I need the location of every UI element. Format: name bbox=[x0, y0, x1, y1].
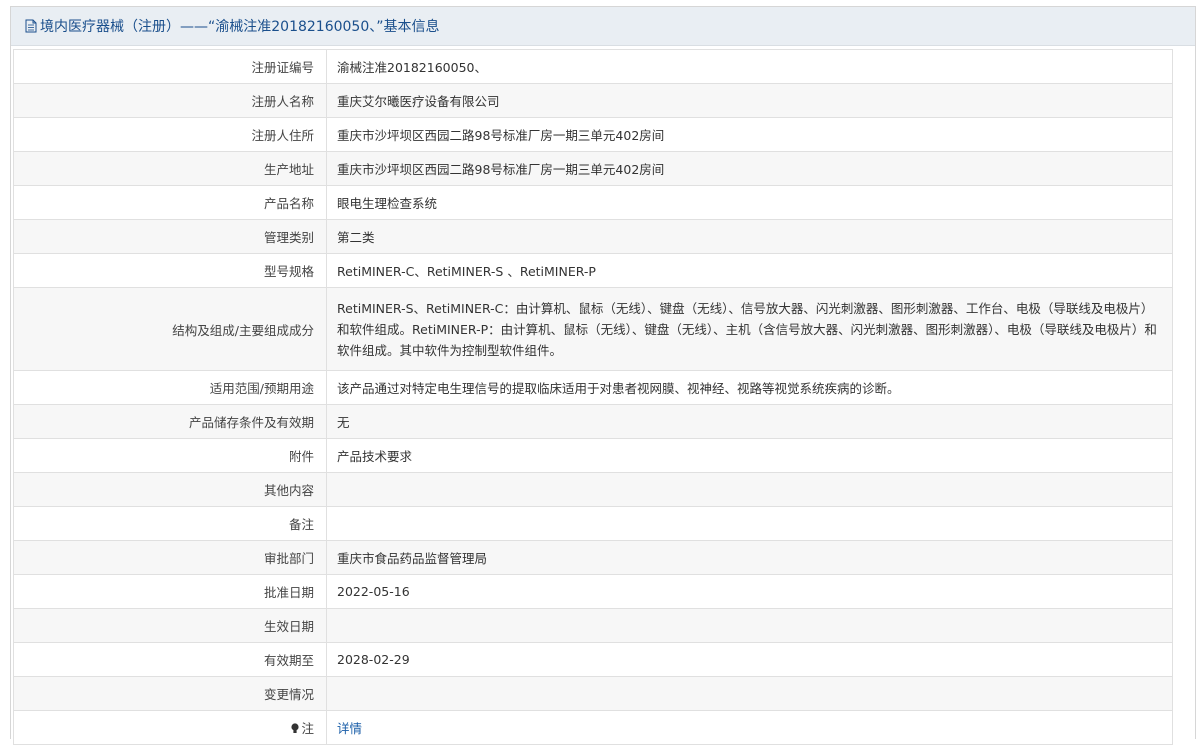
other-content-value bbox=[326, 472, 1173, 507]
approval-date-label: 批准日期 bbox=[13, 574, 327, 609]
panel-header: 境内医疗器械（注册）——“渝械注准20182160050、”基本信息 bbox=[11, 7, 1195, 46]
registrant-address-label: 注册人住所 bbox=[13, 117, 327, 152]
page-title: 境内医疗器械（注册）——“渝械注准20182160050、”基本信息 bbox=[40, 19, 440, 35]
management-class-label: 管理类别 bbox=[13, 219, 327, 254]
product-name-label: 产品名称 bbox=[13, 185, 327, 220]
note-label: 注 bbox=[301, 721, 314, 736]
registrant-name-value: 重庆艾尔曦医疗设备有限公司 bbox=[326, 83, 1173, 118]
production-address-label: 生产地址 bbox=[13, 151, 327, 186]
table-row-production-address: 生产地址 重庆市沙坪坝区西园二路98号标准厂房一期三单元402房间 bbox=[13, 151, 1173, 186]
attachment-value: 产品技术要求 bbox=[326, 438, 1173, 473]
model-spec-label: 型号规格 bbox=[13, 253, 327, 288]
management-class-value: 第二类 bbox=[326, 219, 1173, 254]
info-table: 注册证编号 渝械注准20182160050、 注册人名称 重庆艾尔曦医疗设备有限公司注… bbox=[13, 49, 1173, 745]
product-name-value: 眼电生理检查系统 bbox=[326, 185, 1173, 220]
structure-composition-label: 结构及组成/主要组成成分 bbox=[13, 287, 327, 371]
table-row-management-class: 管理类别 第二类 bbox=[13, 219, 1173, 254]
table-row-remarks: 备注 bbox=[13, 506, 1173, 541]
table-row-product-name: 产品名称 眼电生理检查系统 bbox=[13, 185, 1173, 220]
table-row-expiry-date: 有效期至 2028-02-29 bbox=[13, 642, 1173, 677]
table-row-other-content: 其他内容 bbox=[13, 472, 1173, 507]
registrant-name-label: 注册人名称 bbox=[13, 83, 327, 118]
table-row-model-spec: 型号规格 RetiMINER-C、RetiMINER-S 、RetiMINER-P bbox=[13, 253, 1173, 288]
table-row-registration-number: 注册证编号 渝械注准20182160050、 bbox=[13, 49, 1173, 84]
table-row-attachment: 附件 产品技术要求 bbox=[13, 438, 1173, 473]
registrant-address-value: 重庆市沙坪坝区西园二路98号标准厂房一期三单元402房间 bbox=[326, 117, 1173, 152]
note-value-cell: 详情 bbox=[326, 710, 1173, 745]
other-content-label: 其他内容 bbox=[13, 472, 327, 507]
table-row-effective-date: 生效日期 bbox=[13, 608, 1173, 643]
production-address-value: 重庆市沙坪坝区西园二路98号标准厂房一期三单元402房间 bbox=[326, 151, 1173, 186]
attachment-label: 附件 bbox=[13, 438, 327, 473]
table-row-intended-use: 适用范围/预期用途 该产品通过对特定电生理信号的提取临床适用于对患者视网膜、视神经… bbox=[13, 370, 1173, 405]
table-row-note: 注 详情 bbox=[13, 710, 1173, 745]
change-status-value bbox=[326, 676, 1173, 711]
table-row-storage-validity: 产品储存条件及有效期无 bbox=[13, 404, 1173, 439]
storage-validity-value: 无 bbox=[326, 404, 1173, 439]
registration-number-label: 注册证编号 bbox=[13, 49, 327, 84]
approval-date-value: 2022-05-16 bbox=[326, 574, 1173, 609]
table-row-structure-composition: 结构及组成/主要组成成分 RetiMINER-S、RetiMINER-C：由计算机… bbox=[13, 287, 1173, 371]
intended-use-label: 适用范围/预期用途 bbox=[13, 370, 327, 405]
table-row-registrant-name: 注册人名称 重庆艾尔曦医疗设备有限公司 bbox=[13, 83, 1173, 118]
bulb-icon bbox=[291, 722, 300, 733]
approval-department-label: 审批部门 bbox=[13, 540, 327, 575]
document-icon bbox=[25, 19, 37, 33]
remarks-label: 备注 bbox=[13, 506, 327, 541]
note-label-cell: 注 bbox=[13, 710, 327, 745]
table-row-registrant-address: 注册人住所 重庆市沙坪坝区西园二路98号标准厂房一期三单元402房间 bbox=[13, 117, 1173, 152]
model-spec-value: RetiMINER-C、RetiMINER-S 、RetiMINER-P bbox=[326, 253, 1173, 288]
remarks-value bbox=[326, 506, 1173, 541]
details-link[interactable]: 详情 bbox=[337, 721, 362, 736]
registration-number-value: 渝械注准20182160050、 bbox=[326, 49, 1173, 84]
effective-date-value bbox=[326, 608, 1173, 643]
intended-use-value: 该产品通过对特定电生理信号的提取临床适用于对患者视网膜、视神经、视路等视觉系统疾… bbox=[326, 370, 1173, 405]
table-row-approval-date: 批准日期 2022-05-16 bbox=[13, 574, 1173, 609]
structure-composition-value: RetiMINER-S、RetiMINER-C：由计算机、鼠标（无线）、键盘（无… bbox=[326, 287, 1173, 371]
table-row-approval-department: 审批部门 重庆市食品药品监督管理局 bbox=[13, 540, 1173, 575]
approval-department-value: 重庆市食品药品监督管理局 bbox=[326, 540, 1173, 575]
expiry-date-value: 2028-02-29 bbox=[326, 642, 1173, 677]
storage-validity-label: 产品储存条件及有效期 bbox=[13, 404, 327, 439]
change-status-label: 变更情况 bbox=[13, 676, 327, 711]
table-row-change-status: 变更情况 bbox=[13, 676, 1173, 711]
effective-date-label: 生效日期 bbox=[13, 608, 327, 643]
expiry-date-label: 有效期至 bbox=[13, 642, 327, 677]
